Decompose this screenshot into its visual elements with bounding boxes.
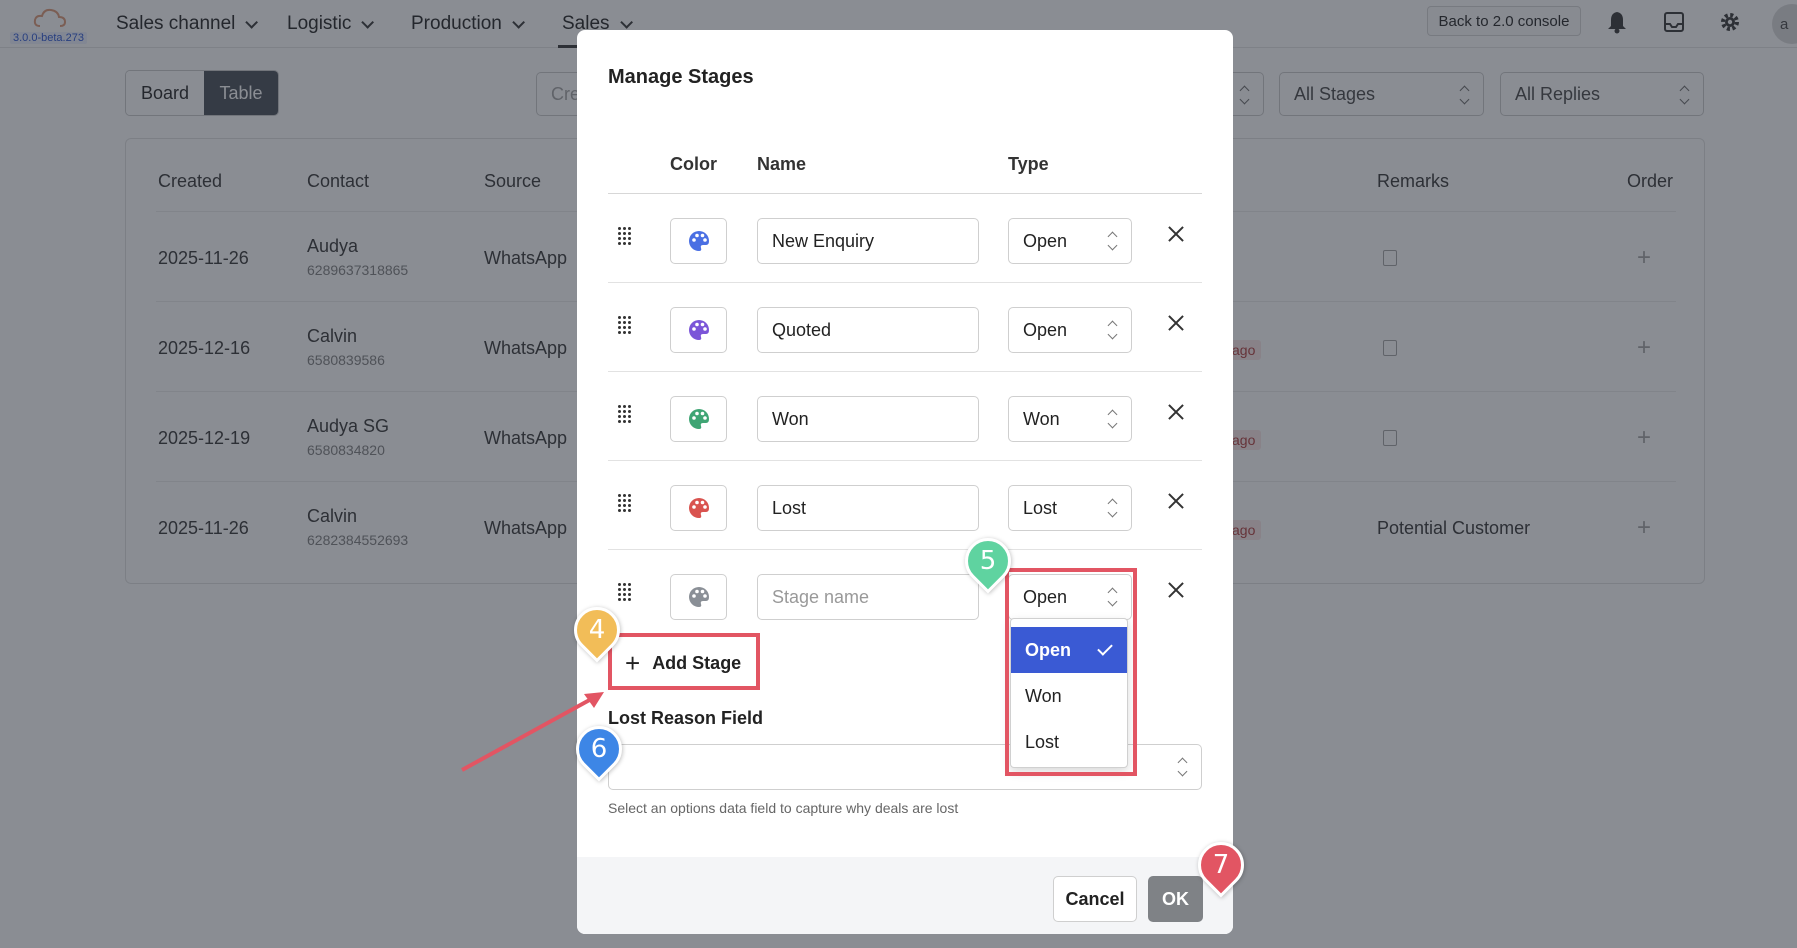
stage-type-value: Lost xyxy=(1023,497,1058,518)
marker-number: 6 xyxy=(590,734,608,764)
stage-type-select[interactable]: Open xyxy=(1008,307,1132,353)
type-dropdown-highlight xyxy=(1005,568,1137,776)
drag-handle-icon[interactable] xyxy=(618,227,634,247)
sort-arrows-icon xyxy=(1107,409,1117,429)
stage-type-select[interactable]: Lost xyxy=(1008,485,1132,531)
remove-stage-icon[interactable] xyxy=(1164,311,1188,335)
remove-stage-icon[interactable] xyxy=(1164,578,1188,602)
add-stage-highlight xyxy=(608,633,760,690)
stage-name-input[interactable] xyxy=(757,396,979,442)
palette-icon xyxy=(688,320,709,340)
palette-icon xyxy=(688,498,709,518)
modal-title: Manage Stages xyxy=(608,66,754,88)
drag-handle-icon[interactable] xyxy=(618,494,634,514)
stage-type-value: Open xyxy=(1023,319,1068,340)
step-marker-7: 7 xyxy=(1188,832,1254,898)
remove-stage-icon[interactable] xyxy=(1164,222,1188,246)
drag-handle-icon[interactable] xyxy=(618,583,634,603)
cancel-button[interactable]: Cancel xyxy=(1053,876,1137,922)
step-marker-6: 6 xyxy=(566,716,632,782)
sort-arrows-icon xyxy=(1107,231,1117,251)
palette-icon xyxy=(688,409,709,429)
remove-stage-icon[interactable] xyxy=(1164,400,1188,424)
stage-row: Won xyxy=(608,372,1202,461)
step-marker-4: 4 xyxy=(564,597,630,663)
palette-icon xyxy=(688,231,709,251)
marker-number: 7 xyxy=(1212,850,1230,880)
stage-name-input[interactable] xyxy=(757,218,979,264)
manage-stages-modal: Manage Stages Color Name Type Open Open … xyxy=(577,30,1233,934)
column-name: Name xyxy=(757,154,807,174)
color-picker-button[interactable] xyxy=(670,485,727,531)
sort-arrows-icon xyxy=(1107,320,1117,340)
color-picker-button[interactable] xyxy=(670,396,727,442)
step-marker-5: 5 xyxy=(955,528,1021,594)
ok-button[interactable]: OK xyxy=(1148,876,1203,922)
stage-name-input[interactable] xyxy=(757,485,979,531)
stage-type-value: Open xyxy=(1023,230,1068,251)
stage-name-input[interactable] xyxy=(757,307,979,353)
remove-stage-icon[interactable] xyxy=(1164,489,1188,513)
column-color: Color xyxy=(670,154,717,174)
drag-handle-icon[interactable] xyxy=(618,405,634,425)
stage-row: Lost xyxy=(608,461,1202,550)
stage-type-select[interactable]: Won xyxy=(1008,396,1132,442)
marker-number: 4 xyxy=(588,615,606,645)
color-picker-button[interactable] xyxy=(670,218,727,264)
stage-row: Open xyxy=(608,194,1202,283)
sort-arrows-icon xyxy=(1177,757,1187,777)
column-type: Type xyxy=(1008,154,1049,174)
lost-reason-helper: Select an options data field to capture … xyxy=(608,800,959,816)
drag-handle-icon[interactable] xyxy=(618,316,634,336)
palette-icon xyxy=(688,587,709,607)
sort-arrows-icon xyxy=(1107,498,1117,518)
marker-number: 5 xyxy=(979,546,997,576)
stage-row: Open xyxy=(608,283,1202,372)
lost-reason-label: Lost Reason Field xyxy=(608,708,764,728)
color-picker-button[interactable] xyxy=(670,307,727,353)
stage-type-value: Won xyxy=(1023,408,1060,429)
color-picker-button[interactable] xyxy=(670,574,727,620)
modal-footer: Cancel OK xyxy=(577,857,1233,934)
stage-name-input[interactable] xyxy=(757,574,979,620)
stage-type-select[interactable]: Open xyxy=(1008,218,1132,264)
